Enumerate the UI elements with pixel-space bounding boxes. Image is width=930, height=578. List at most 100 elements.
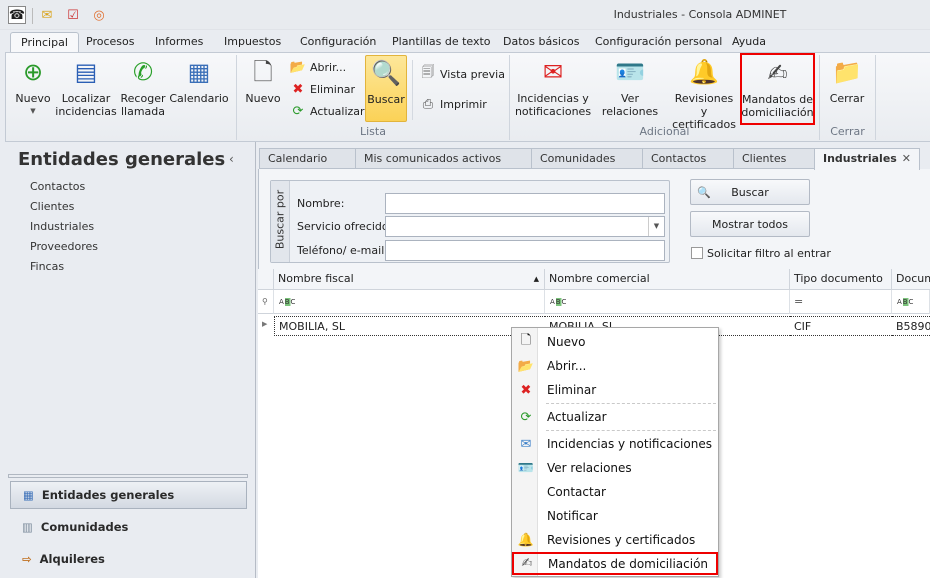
buscar-button[interactable]: 🔍 Buscar — [365, 55, 407, 122]
window-title: Industriales - Consola ADMINET — [613, 8, 787, 21]
cell-tipo-documento[interactable]: CIF — [790, 316, 892, 336]
menu-item-actualizar[interactable]: ⟳ Actualizar — [513, 406, 718, 428]
vista-previa-button[interactable]: 🗐 Vista previa — [420, 64, 505, 84]
app-icon[interactable]: ☎ — [8, 6, 26, 24]
doc-tab-clientes[interactable]: Clientes — [733, 148, 815, 169]
servicio-select[interactable]: ▼ — [385, 216, 665, 237]
label: Abrir... — [547, 359, 587, 373]
chevron-down-icon[interactable]: ▼ — [648, 217, 664, 236]
imprimir-button[interactable]: ⎙ Imprimir — [420, 94, 487, 114]
equals-filter-icon: = — [794, 295, 804, 308]
cell-nombre-fiscal[interactable]: MOBILIA, SL — [274, 316, 545, 336]
nav-item-industriales[interactable]: Industriales — [30, 220, 94, 233]
chevron-down-icon: ▼ — [30, 107, 36, 115]
mail-icon[interactable]: ✉ — [38, 6, 56, 24]
row-indicator-icon: ▶ — [262, 320, 268, 328]
nav-button-comunidades[interactable]: ▥ Comunidades — [10, 513, 247, 541]
cerrar-button[interactable]: 📁 Cerrar — [826, 56, 868, 106]
menu-item-abrir[interactable]: 📂 Abrir... — [513, 355, 718, 377]
menu-item-ver-relaciones[interactable]: 🪪 Ver relaciones — [513, 457, 718, 479]
nav-button-entidades[interactable]: ▦ Entidades generales — [10, 481, 247, 509]
menu-item-notificar[interactable]: Notificar — [513, 505, 718, 527]
eliminar-button[interactable]: ✖ Eliminar — [290, 79, 356, 99]
menu-separator — [546, 403, 716, 404]
tab-informes[interactable]: Informes — [145, 32, 213, 53]
nav-item-clientes[interactable]: Clientes — [30, 200, 74, 213]
label: Eliminar — [547, 383, 597, 397]
telefono-input[interactable] — [385, 240, 665, 261]
tab-procesos[interactable]: Procesos — [76, 32, 144, 53]
tab-impuestos[interactable]: Impuestos — [214, 32, 291, 53]
menu-separator — [546, 430, 716, 431]
recoger-llamada-button[interactable]: ✆ Recoger llamada — [118, 56, 168, 119]
nuevo-dropdown-button[interactable]: ⊕ Nuevo ▼ — [14, 56, 52, 118]
filter-documento[interactable]: ABC — [892, 290, 930, 314]
pane-splitter[interactable] — [8, 474, 248, 478]
column-header-documento[interactable]: Documento — [892, 269, 930, 290]
tab-datos-basicos[interactable]: Datos básicos — [493, 32, 590, 53]
menu-item-eliminar[interactable]: ✖ Eliminar — [513, 379, 718, 401]
label: Entidades generales — [41, 488, 175, 502]
ver-relaciones-button[interactable]: 🪪 Ver relaciones — [594, 56, 666, 119]
blank-document-icon: 🗋 — [253, 57, 273, 86]
label: Vista previa — [440, 67, 505, 81]
abc-filter-icon: ABC — [278, 297, 298, 306]
tab-configuracion[interactable]: Configuración — [290, 32, 386, 53]
column-header-nombre-comercial[interactable]: Nombre comercial — [545, 269, 790, 290]
collapse-chevron-icon[interactable]: ‹ — [229, 152, 234, 166]
close-icon[interactable]: ✕ — [902, 149, 911, 169]
doc-tab-calendario[interactable]: Calendario — [259, 148, 356, 169]
nav-item-proveedores[interactable]: Proveedores — [30, 240, 98, 253]
solicitar-filtro-checkbox[interactable] — [691, 247, 703, 259]
label: Mandatos de — [742, 93, 813, 106]
filter-nombre-comercial[interactable]: ABC — [545, 290, 790, 314]
menu-item-incidencias[interactable]: ✉ Incidencias y notificaciones — [513, 433, 718, 455]
tab-principal[interactable]: Principal — [10, 32, 79, 53]
menu-item-mandatos[interactable]: ✍ Mandatos de domiciliación — [512, 552, 718, 575]
doc-tab-comunidades[interactable]: Comunidades — [531, 148, 643, 169]
localizar-incidencias-button[interactable]: ▤ Localizar incidencias — [55, 56, 116, 119]
nombre-input[interactable] — [385, 193, 665, 214]
tab-config-personal[interactable]: Configuración personal — [585, 32, 732, 53]
contact-cards-icon: 🪪 — [517, 460, 535, 476]
search-buscar-button[interactable]: 🔍 Buscar — [690, 179, 810, 205]
label: Abrir... — [310, 60, 347, 74]
label: Imprimir — [440, 97, 487, 111]
column-header-tipo-documento[interactable]: Tipo documento — [790, 269, 892, 290]
calendario-button[interactable]: ▦ Calendario — [169, 56, 228, 106]
doc-tab-comunicados[interactable]: Mis comunicados activos — [355, 148, 532, 169]
label: Ver relaciones — [547, 461, 632, 475]
label: Cerrar — [829, 92, 865, 105]
menu-item-nuevo[interactable]: 🗋 Nuevo — [513, 331, 718, 353]
broadcast-icon[interactable]: ◎ — [90, 6, 108, 24]
actualizar-button[interactable]: ⟳ Actualizar — [290, 101, 365, 121]
filter-nombre-fiscal[interactable]: ABC — [274, 290, 545, 314]
nav-button-alquileres[interactable]: ⇨ Alquileres — [10, 545, 247, 573]
column-header-nombre-fiscal[interactable]: Nombre fiscal ▲ — [274, 269, 545, 290]
tab-plantillas[interactable]: Plantillas de texto — [382, 32, 501, 53]
label: Incidencias y — [517, 92, 589, 105]
group-label-lista: Lista — [360, 125, 386, 138]
doc-tab-industriales[interactable]: Industriales ✕ — [814, 148, 920, 170]
mostrar-todos-button[interactable]: Mostrar todos — [690, 211, 810, 237]
sort-ascending-icon: ▲ — [533, 275, 539, 283]
abrir-button[interactable]: 📂 Abrir... — [290, 57, 346, 77]
doc-tab-contactos[interactable]: Contactos — [642, 148, 734, 169]
tab-ayuda[interactable]: Ayuda — [722, 32, 776, 53]
menu-item-contactar[interactable]: Contactar — [513, 481, 718, 503]
revisiones-certificados-button[interactable]: 🔔 Revisiones y certificados — [670, 56, 738, 132]
incidencias-notificaciones-button[interactable]: ✉ Incidencias y notificaciones — [515, 56, 591, 119]
label: Revisiones y certificados — [547, 533, 696, 547]
menu-item-revisiones[interactable]: 🔔 Revisiones y certificados — [513, 529, 718, 551]
cell-documento[interactable]: B58909 — [892, 316, 930, 336]
lista-nuevo-button[interactable]: 🗋 Nuevo — [244, 56, 282, 106]
nav-item-fincas[interactable]: Fincas — [30, 260, 64, 273]
grid-icon: ▦ — [23, 488, 34, 502]
abc-filter-icon: ABC — [896, 297, 916, 306]
nombre-label: Nombre: — [297, 197, 345, 210]
nav-item-contactos[interactable]: Contactos — [30, 180, 85, 193]
mandatos-domiciliacion-button[interactable]: ✍ Mandatos de domiciliación — [740, 53, 815, 125]
group-label-cerrar: Cerrar — [830, 125, 865, 138]
tasks-icon[interactable]: ☑ — [64, 6, 82, 24]
filter-tipo-documento[interactable]: = — [790, 290, 892, 314]
